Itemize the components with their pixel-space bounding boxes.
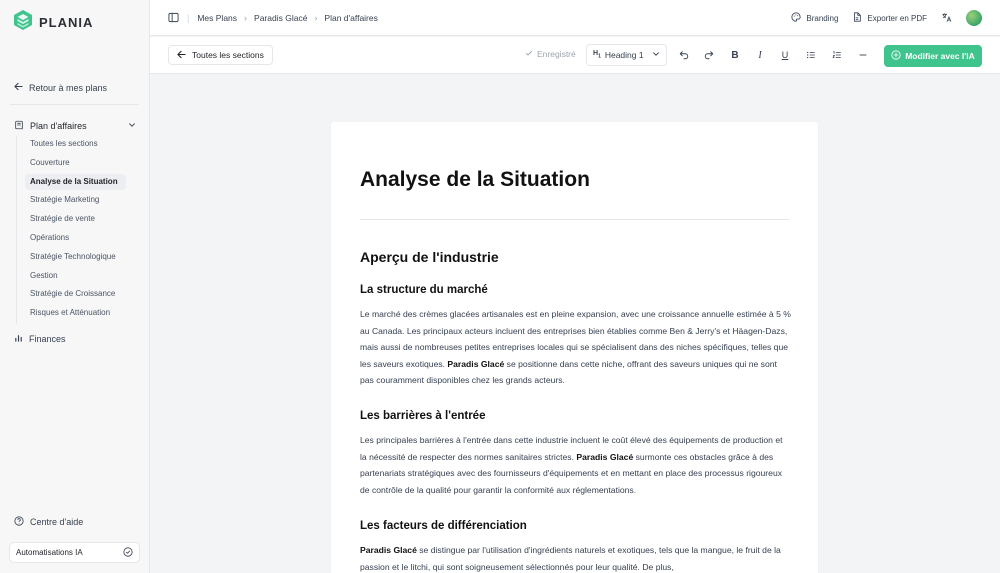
check-circle-icon bbox=[123, 546, 133, 559]
chevron-right-icon: › bbox=[244, 12, 248, 23]
section-paragraph[interactable]: Le marché des crèmes glacées artisanales… bbox=[360, 306, 791, 389]
section-paragraph[interactable]: Paradis Glacé se distingue par l'utilisa… bbox=[360, 542, 791, 573]
bold-icon[interactable]: B bbox=[728, 48, 742, 62]
sidebar-item-management[interactable]: Gestion bbox=[25, 268, 127, 284]
undo-icon[interactable] bbox=[677, 48, 691, 62]
breadcrumb-divider: | bbox=[187, 12, 190, 23]
translate-icon bbox=[941, 12, 952, 25]
title-divider bbox=[360, 219, 789, 220]
logo-text: PLANIA bbox=[39, 15, 94, 30]
sidebar: PLANIA Retour à mes plans Plan d'affaire… bbox=[0, 0, 150, 573]
sidebar-section-label: Plan d'affaires bbox=[30, 121, 87, 131]
horizontal-rule-icon[interactable] bbox=[856, 48, 870, 62]
export-pdf-button[interactable]: Exporter en PDF bbox=[852, 12, 927, 24]
file-icon bbox=[852, 12, 862, 24]
breadcrumb-business-plan[interactable]: Plan d'affaires bbox=[324, 13, 377, 23]
ai-automations-label: Automatisations IA bbox=[16, 548, 83, 557]
check-icon bbox=[525, 49, 533, 59]
top-bar-actions: Branding Exporter en PDF bbox=[791, 0, 982, 36]
back-to-plans-link[interactable]: Retour à mes plans bbox=[14, 82, 107, 93]
branding-button[interactable]: Branding bbox=[791, 12, 838, 24]
sidebar-item-risks[interactable]: Risques et Atténuation bbox=[25, 305, 127, 321]
palette-icon bbox=[791, 12, 801, 24]
sparkle-icon bbox=[891, 50, 901, 62]
save-status: Enregistré bbox=[525, 49, 576, 59]
breadcrumb-my-plans[interactable]: Mes Plans bbox=[197, 13, 237, 23]
sidebar-item-cover[interactable]: Couverture bbox=[25, 155, 127, 171]
avatar[interactable] bbox=[966, 10, 982, 26]
chevron-down-icon bbox=[652, 50, 660, 60]
help-center-link[interactable]: Centre d'aide bbox=[14, 516, 83, 528]
sidebar-toggle-icon[interactable] bbox=[168, 12, 179, 23]
breadcrumb-project[interactable]: Paradis Glacé bbox=[254, 13, 307, 23]
translate-button[interactable] bbox=[941, 12, 952, 25]
help-circle-icon bbox=[14, 516, 24, 528]
top-bar: | Mes Plans › Paradis Glacé › Plan d'aff… bbox=[150, 0, 1000, 36]
company-name-bold: Paradis Glacé bbox=[447, 358, 505, 369]
ai-automations-button[interactable]: Automatisations IA bbox=[9, 542, 140, 563]
document-title[interactable]: Analyse de la Situation bbox=[360, 168, 590, 192]
help-center-label: Centre d'aide bbox=[30, 517, 84, 527]
underline-icon[interactable]: U bbox=[778, 48, 792, 62]
finances-label: Finances bbox=[29, 333, 66, 344]
sidebar-item-technology-strategy[interactable]: Stratégie Technologique bbox=[25, 249, 127, 265]
heading-style-value: Heading 1 bbox=[604, 50, 644, 60]
numbered-list-icon[interactable] bbox=[830, 48, 844, 62]
company-name-bold: Paradis Glacé bbox=[360, 545, 417, 555]
arrow-left-icon bbox=[14, 82, 23, 93]
logo-icon bbox=[13, 9, 33, 36]
document-icon bbox=[14, 120, 24, 132]
heading-icon: H1 bbox=[593, 50, 601, 60]
sidebar-item-growth-strategy[interactable]: Stratégie de Croissance bbox=[25, 286, 127, 302]
company-name-bold: Paradis Glacé bbox=[576, 451, 634, 462]
logo[interactable]: PLANIA bbox=[13, 9, 93, 36]
all-sections-label: Toutes les sections bbox=[192, 50, 264, 60]
bullet-list-icon[interactable] bbox=[804, 48, 818, 62]
sidebar-item-situation-analysis[interactable]: Analyse de la Situation bbox=[25, 173, 126, 190]
edit-with-ai-label: Modifier avec l'IA bbox=[905, 51, 975, 61]
editor-toolbar: Toutes les sections Enregistré H1 Headin… bbox=[150, 37, 1000, 74]
chevron-right-icon: › bbox=[314, 12, 318, 23]
italic-icon[interactable]: I bbox=[753, 48, 767, 62]
bar-chart-icon bbox=[14, 333, 23, 344]
section-heading[interactable]: La structure du marché bbox=[360, 284, 488, 296]
chevron-down-icon[interactable] bbox=[128, 121, 136, 131]
sidebar-item-operations[interactable]: Opérations bbox=[25, 230, 127, 246]
export-pdf-label: Exporter en PDF bbox=[867, 13, 927, 23]
sidebar-sub-list: Toutes les sections Couverture Analyse d… bbox=[16, 136, 140, 324]
back-to-plans-label: Retour à mes plans bbox=[29, 82, 108, 93]
branding-label: Branding bbox=[806, 13, 839, 23]
breadcrumb: Mes Plans › Paradis Glacé › Plan d'affai… bbox=[197, 13, 378, 23]
section-heading[interactable]: Les barrières à l'entrée bbox=[360, 410, 485, 422]
section-paragraph[interactable]: Les principales barrières à l'entrée dan… bbox=[360, 432, 791, 498]
redo-icon[interactable] bbox=[702, 48, 716, 62]
sidebar-section-business-plan[interactable]: Plan d'affaires bbox=[14, 120, 136, 132]
sidebar-divider bbox=[10, 104, 139, 105]
arrow-left-icon bbox=[177, 50, 186, 61]
sidebar-item-finances[interactable]: Finances bbox=[14, 333, 66, 344]
document-page[interactable]: Analyse de la Situation Aperçu de l'indu… bbox=[331, 122, 818, 573]
heading-style-select[interactable]: H1 Heading 1 bbox=[586, 44, 667, 66]
sidebar-item-sales-strategy[interactable]: Stratégie de vente bbox=[25, 211, 127, 227]
all-sections-button[interactable]: Toutes les sections bbox=[168, 45, 273, 65]
section-heading[interactable]: Les facteurs de différenciation bbox=[360, 520, 527, 532]
edit-with-ai-button[interactable]: Modifier avec l'IA bbox=[884, 45, 982, 67]
sidebar-item-marketing-strategy[interactable]: Stratégie Marketing bbox=[25, 192, 127, 208]
save-status-label: Enregistré bbox=[537, 49, 576, 59]
paragraph-text: se distingue par l'utilisation d'ingrédi… bbox=[360, 545, 781, 572]
industry-overview-heading[interactable]: Aperçu de l'industrie bbox=[360, 249, 499, 265]
sidebar-item-all-sections[interactable]: Toutes les sections bbox=[25, 136, 127, 152]
